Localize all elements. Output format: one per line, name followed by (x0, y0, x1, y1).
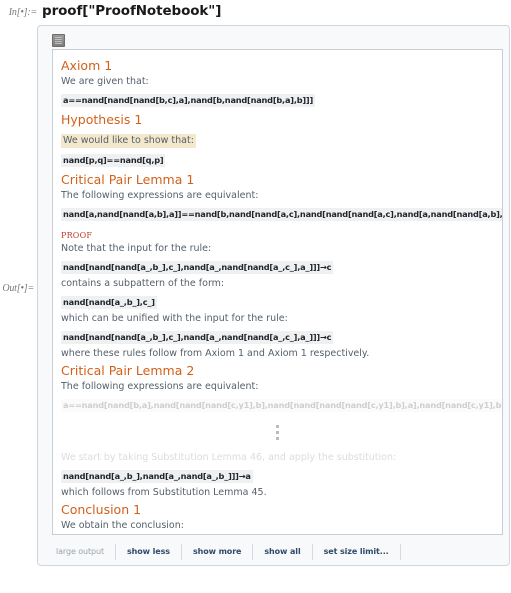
proof-formula[interactable]: nand[nand[nand[a_,b_],c_],nand[a_,nand[n… (61, 331, 334, 344)
proof-formula-row: nand[a,nand[nand[a,b],a]]==nand[b,nand[n… (59, 204, 502, 223)
proof-text: We obtain the conclusion: (61, 520, 184, 531)
large-output-frame: Axiom 1 We are given that: a==nand[nand[na… (37, 25, 510, 566)
input-label: In[•]:= (8, 7, 37, 18)
proof-text: The following expressions are equivalent… (61, 381, 259, 392)
large-output-status: large output (52, 544, 117, 560)
proof-formula-row: nand[nand[a_,b_],nand[a_,nand[a_,b_]]]→a (59, 466, 496, 485)
section-heading-hypothesis-1: Hypothesis 1 (61, 112, 143, 127)
proof-formula[interactable]: a==nand[nand[nand[b,c],a],nand[b,nand[na… (61, 94, 316, 107)
proof-text: contains a subpattern of the form: (61, 278, 225, 289)
proof-text: which can be unified with the input for … (61, 313, 288, 324)
proof-formula-row: True (59, 534, 496, 535)
proof-formula-row: nand[nand[nand[a_,b_],c_],nand[a_,nand[n… (59, 327, 496, 346)
section-heading-conclusion-1: Conclusion 1 (61, 502, 142, 517)
cell-options-icon[interactable] (52, 34, 65, 47)
proof-notebook-box[interactable]: Axiom 1 We are given that: a==nand[nand[na… (52, 49, 503, 535)
proof-formula-row: a==nand[nand[nand[b,c],a],nand[b,nand[na… (59, 90, 496, 109)
cell-icon-bar (44, 32, 503, 49)
output-cell: Out[•]= Axiom 1 We are given that: a==nand… (0, 25, 511, 566)
section-heading-axiom-1: Axiom 1 (61, 58, 113, 73)
proof-formula-row: nand[nand[a_,b_],c_] (59, 292, 496, 311)
large-output-toolbar: large output show less show more show al… (46, 539, 503, 565)
proof-text: We start by taking Substitution Lemma 46… (61, 452, 397, 463)
proof-goal-text: We would like to show that: (61, 134, 196, 148)
proof-text: Note that the input for the rule: (61, 243, 212, 254)
proof-formula-row: a==nand[nand[b,a],nand[nand[nand[c,y1],b… (59, 395, 502, 414)
proof-heading: Proof (61, 228, 93, 241)
show-all-button[interactable]: show all (253, 544, 313, 560)
proof-formula-row: nand[p,q]==nand[q,p] (59, 150, 496, 169)
output-elision-indicator[interactable] (59, 414, 496, 450)
proof-body: Axiom 1 We are given that: a==nand[nand[na… (59, 58, 502, 535)
proof-text: The following expressions are equivalent… (61, 190, 259, 201)
proof-formula[interactable]: nand[nand[nand[a_,b_],c_],nand[a_,nand[n… (61, 261, 334, 274)
show-more-button[interactable]: show more (182, 544, 254, 560)
output-label: Out[•]= (2, 283, 34, 294)
proof-formula[interactable]: nand[nand[a_,b_],c_] (61, 296, 157, 309)
input-cell[interactable]: In[•]:= proof["ProofNotebook"] (0, 0, 511, 25)
proof-formula[interactable]: nand[a,nand[nand[a,b],a]]==nand[b,nand[n… (61, 208, 502, 221)
proof-text: We are given that: (61, 76, 149, 87)
show-less-button[interactable]: show less (116, 544, 182, 560)
proof-formula-row: nand[nand[nand[a_,b_],c_],nand[a_,nand[n… (59, 257, 496, 276)
set-size-limit-button[interactable]: set size limit... (313, 544, 401, 560)
proof-text: where these rules follow from Axiom 1 an… (61, 348, 370, 359)
section-heading-critical-pair-lemma-2: Critical Pair Lemma 2 (61, 363, 195, 378)
proof-formula[interactable]: nand[nand[a_,b_],nand[a_,nand[a_,b_]]]→a (61, 470, 253, 483)
vertical-ellipsis-icon (276, 424, 279, 440)
proof-text: which follows from Substitution Lemma 45… (61, 487, 267, 498)
section-heading-critical-pair-lemma-1: Critical Pair Lemma 1 (61, 172, 195, 187)
proof-formula[interactable]: nand[p,q]==nand[q,p] (61, 154, 166, 167)
input-expression[interactable]: proof["ProofNotebook"] (42, 3, 221, 19)
proof-formula[interactable]: a==nand[nand[b,a],nand[nand[nand[c,y1],b… (61, 399, 502, 412)
proof-goal-row: We would like to show that: (59, 130, 496, 150)
